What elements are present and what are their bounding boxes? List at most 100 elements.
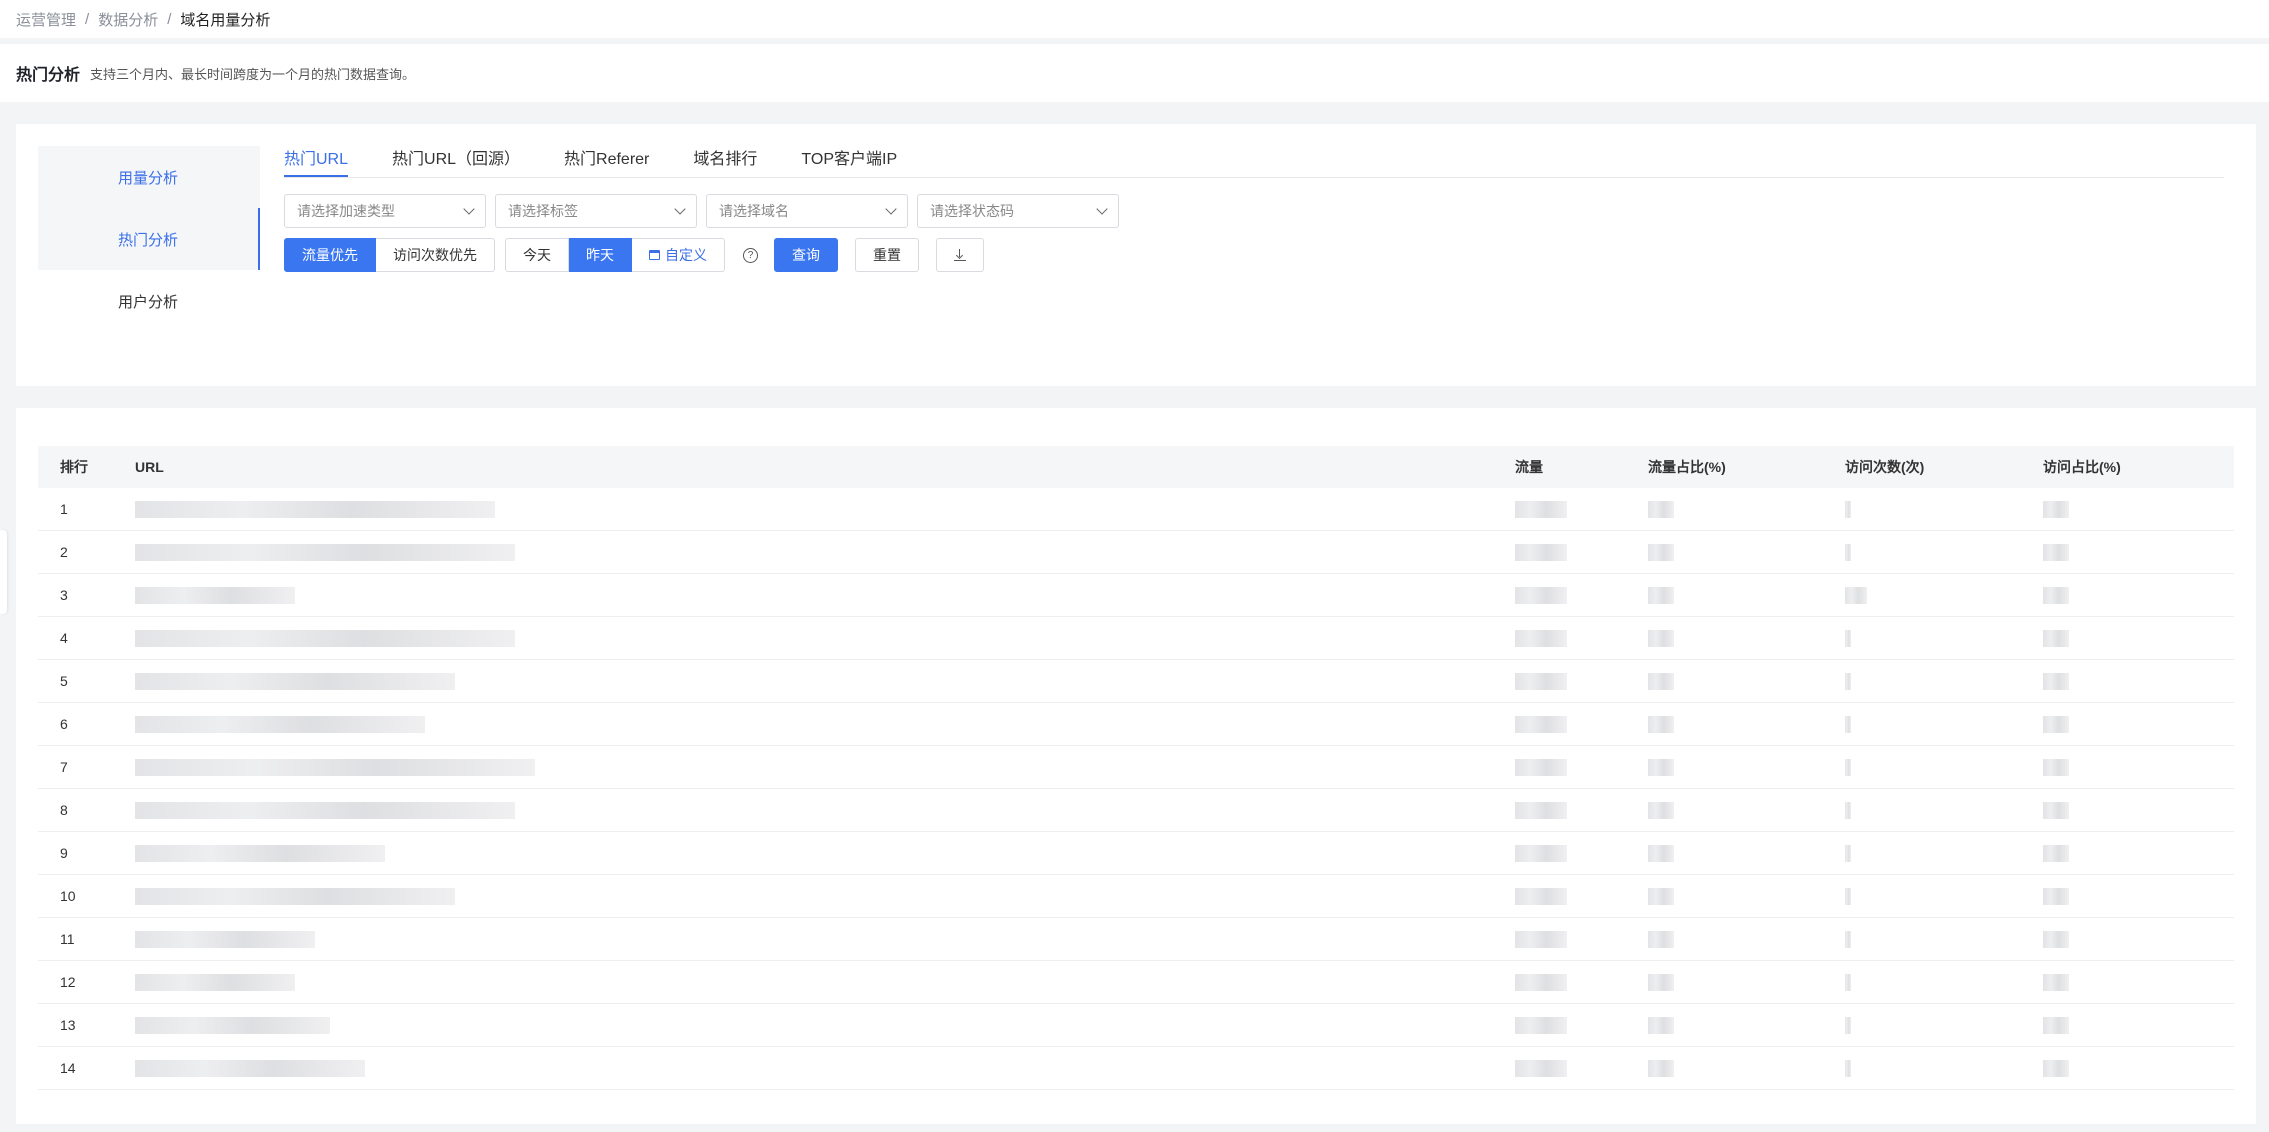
table-row: 3 [38, 574, 2234, 617]
redacted-block [1648, 801, 1674, 819]
redacted-block [1845, 672, 1851, 690]
redacted-block [1515, 715, 1567, 733]
url-cell-redacted [115, 715, 1495, 733]
col-url: URL [135, 459, 164, 475]
redacted-block [1648, 1059, 1674, 1077]
redacted-block [2043, 1016, 2069, 1034]
rank-cell: 8 [60, 802, 68, 818]
chevron-down-icon [885, 203, 897, 215]
visits-cell-redacted [1825, 1016, 2023, 1034]
breadcrumb-item-ops[interactable]: 运营管理 [16, 9, 76, 30]
redacted-block [2043, 844, 2069, 862]
redacted-block [1648, 543, 1674, 561]
sidenav-item-user[interactable]: 用户分析 [38, 270, 260, 332]
table-row: 6 [38, 703, 2234, 746]
redacted-block [2043, 586, 2069, 604]
redacted-block [135, 543, 515, 561]
url-cell-redacted [115, 844, 1495, 862]
today-button[interactable]: 今天 [505, 238, 569, 272]
visits-pct-cell-redacted [2023, 844, 2223, 862]
sidenav-item-label: 用量分析 [118, 169, 179, 187]
flow-pct-cell-redacted [1628, 844, 1825, 862]
custom-date-label: 自定义 [665, 247, 707, 263]
table-row: 8 [38, 789, 2234, 832]
redacted-block [135, 629, 515, 647]
redacted-block [1845, 1059, 1851, 1077]
chevron-down-icon [1096, 203, 1108, 215]
reset-button[interactable]: 重置 [855, 238, 919, 272]
tab-hot-referer[interactable]: 热门Referer [564, 145, 649, 177]
redacted-block [2043, 801, 2069, 819]
redacted-block [1515, 758, 1567, 776]
redacted-block [135, 973, 295, 991]
visits-first-button[interactable]: 访问次数优先 [376, 238, 495, 272]
col-rank: 排行 [60, 459, 88, 475]
custom-date-button[interactable]: 自定义 [632, 238, 725, 272]
sidenav-item-usage[interactable]: 用量分析 [38, 146, 260, 208]
redacted-block [2043, 672, 2069, 690]
flow-cell-redacted [1495, 1059, 1628, 1077]
tag-select[interactable]: 请选择标签 [495, 194, 697, 228]
table-header: 排行 URL 流量 流量占比(%) 访问次数(次) 访问占比(%) [38, 446, 2234, 488]
tab-top-client-ip[interactable]: TOP客户端IP [801, 145, 897, 177]
redacted-block [1845, 930, 1851, 948]
page-description: 支持三个月内、最长时间跨度为一个月的热门数据查询。 [90, 66, 416, 82]
redacted-block [1845, 715, 1851, 733]
redacted-block [135, 672, 455, 690]
redacted-block [1845, 844, 1851, 862]
flow-pct-cell-redacted [1628, 1059, 1825, 1077]
flow-cell-redacted [1495, 629, 1628, 647]
redacted-block [1648, 887, 1674, 905]
traffic-first-button[interactable]: 流量优先 [284, 238, 376, 272]
status-code-select[interactable]: 请选择状态码 [917, 194, 1119, 228]
tab-hot-url-origin[interactable]: 热门URL（回源） [392, 145, 520, 177]
yesterday-button[interactable]: 昨天 [569, 238, 632, 272]
visits-cell-redacted [1825, 887, 2023, 905]
visits-cell-redacted [1825, 758, 2023, 776]
redacted-block [135, 500, 495, 518]
flow-cell-redacted [1495, 500, 1628, 518]
date-toggle: 今天 昨天 自定义 [505, 238, 725, 272]
download-button[interactable] [936, 238, 984, 272]
visits-cell-redacted [1825, 973, 2023, 991]
flow-pct-cell-redacted [1628, 758, 1825, 776]
redacted-block [135, 758, 535, 776]
query-button[interactable]: 查询 [774, 238, 838, 272]
flow-cell-redacted [1495, 672, 1628, 690]
breadcrumb-item-data[interactable]: 数据分析 [98, 9, 158, 30]
redacted-block [1515, 629, 1567, 647]
flow-cell-redacted [1495, 973, 1628, 991]
visits-pct-cell-redacted [2023, 758, 2223, 776]
tab-hot-url[interactable]: 热门URL [284, 145, 349, 177]
page-header: 热门分析 支持三个月内、最长时间跨度为一个月的热门数据查询。 [0, 44, 2269, 102]
collapse-handle[interactable] [0, 530, 7, 614]
redacted-block [1648, 1016, 1674, 1034]
domain-select[interactable]: 请选择域名 [706, 194, 908, 228]
visits-pct-cell-redacted [2023, 543, 2223, 561]
breadcrumb-current: 域名用量分析 [180, 11, 271, 29]
redacted-block [2043, 1059, 2069, 1077]
select-placeholder: 请选择域名 [719, 203, 789, 219]
col-flow-pct: 流量占比(%) [1648, 459, 1726, 475]
visits-pct-cell-redacted [2023, 801, 2223, 819]
table-row: 9 [38, 832, 2234, 875]
tab-domain-rank[interactable]: 域名排行 [693, 145, 757, 177]
redacted-block [135, 715, 425, 733]
redacted-block [135, 1059, 365, 1077]
rank-cell: 5 [60, 673, 68, 689]
flow-pct-cell-redacted [1628, 672, 1825, 690]
visits-cell-redacted [1825, 844, 2023, 862]
flow-pct-cell-redacted [1628, 586, 1825, 604]
accel-type-select[interactable]: 请选择加速类型 [284, 194, 486, 228]
flow-cell-redacted [1495, 543, 1628, 561]
flow-cell-redacted [1495, 930, 1628, 948]
visits-pct-cell-redacted [2023, 586, 2223, 604]
flow-pct-cell-redacted [1628, 887, 1825, 905]
visits-cell-redacted [1825, 586, 2023, 604]
table-row: 13 [38, 1004, 2234, 1047]
sidenav-item-hot[interactable]: 热门分析 [38, 208, 260, 270]
redacted-block [1515, 543, 1567, 561]
col-flow: 流量 [1515, 459, 1543, 475]
redacted-block [1515, 1016, 1567, 1034]
help-icon[interactable]: ? [743, 247, 758, 263]
